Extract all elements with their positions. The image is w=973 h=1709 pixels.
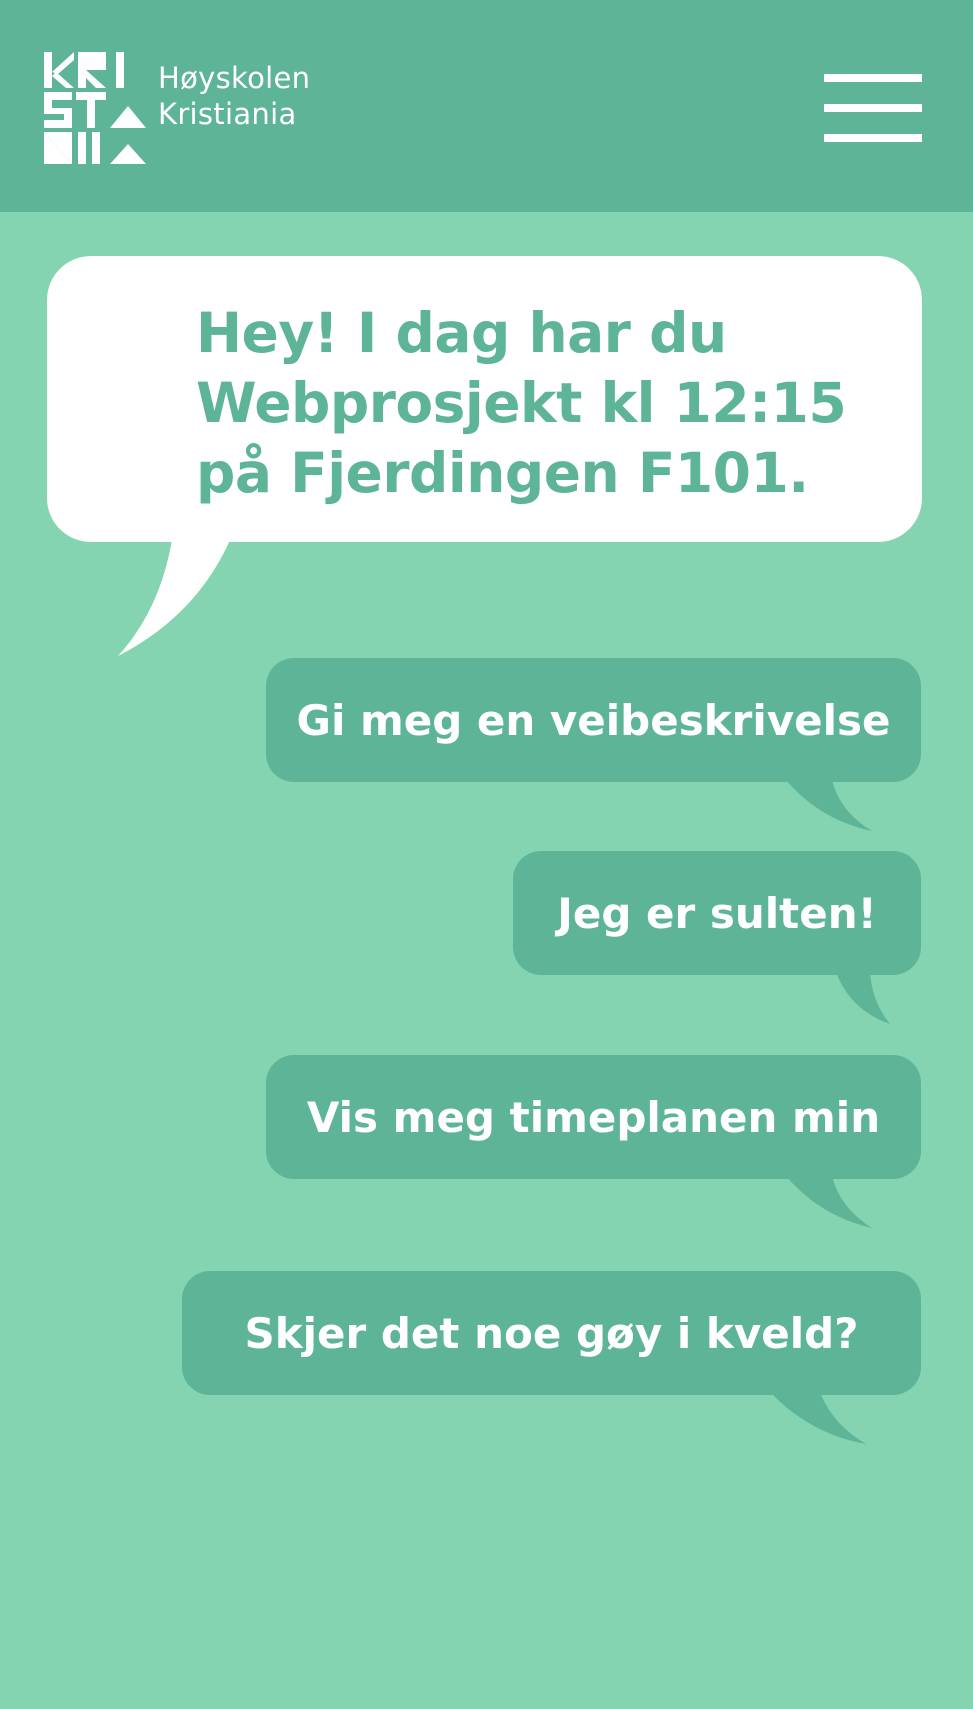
- reply-tail-4: [770, 1392, 866, 1444]
- greeting-bubble-tail: [118, 540, 230, 656]
- reply-button-events[interactable]: Skjer det noe gøy i kveld?: [182, 1271, 921, 1395]
- greeting-line-2: Webprosjekt kl 12:15: [196, 371, 847, 435]
- reply-label-schedule: Vis meg timeplanen min: [306, 1092, 881, 1142]
- reply-label-hungry: Jeg er sulten!: [557, 888, 877, 938]
- reply-tail-3: [786, 1176, 872, 1228]
- reply-label-directions: Gi meg en veibeskrivelse: [296, 695, 891, 745]
- reply-button-hungry[interactable]: Jeg er sulten!: [513, 851, 921, 975]
- greeting-line-3: på Fjerdingen F101.: [196, 441, 809, 505]
- reply-button-schedule[interactable]: Vis meg timeplanen min: [266, 1055, 921, 1179]
- reply-button-directions[interactable]: Gi meg en veibeskrivelse: [266, 658, 921, 782]
- reply-tail-1: [786, 780, 872, 831]
- greeting-line-1: Hey! I dag har du: [196, 301, 727, 365]
- reply-label-events: Skjer det noe gøy i kveld?: [244, 1308, 859, 1358]
- chat-page: Høyskolen Kristiania Hey! I dag har du W…: [0, 0, 973, 1709]
- reply-tail-2: [836, 972, 890, 1024]
- greeting-message: Hey! I dag har du Webprosjekt kl 12:15 p…: [196, 298, 847, 508]
